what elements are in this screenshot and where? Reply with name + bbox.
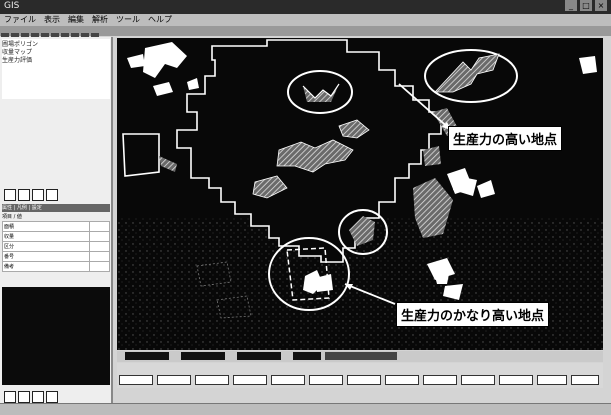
overview-panel: [2, 287, 110, 385]
property-value[interactable]: [88, 221, 111, 232]
action-button[interactable]: [385, 375, 419, 385]
coord-field[interactable]: [125, 352, 169, 360]
property-value[interactable]: [88, 251, 111, 262]
title-bar: GIS _ □ ×: [0, 0, 611, 14]
layer-item[interactable]: 圃場ポリゴン: [2, 39, 110, 48]
action-button[interactable]: [119, 375, 153, 385]
pan-icon[interactable]: [32, 391, 44, 403]
pencil-icon[interactable]: [46, 189, 58, 201]
action-button-row: [117, 363, 603, 388]
menu-analysis[interactable]: 解析: [92, 14, 108, 26]
panel-toolbar: [4, 189, 58, 201]
property-key: 区分: [2, 241, 90, 252]
property-value[interactable]: [88, 261, 111, 272]
scale-indicator: [325, 352, 397, 360]
map-feature: [187, 78, 199, 90]
menu-help[interactable]: ヘルプ: [148, 14, 172, 26]
left-panel: 圃場ポリゴン 収量マップ 生産力評価 属性 | 凡例 | 設定 項目 / 値 面…: [0, 37, 113, 403]
property-value[interactable]: [88, 231, 111, 242]
coordinate-bar: [117, 351, 603, 362]
small-plot-outline[interactable]: [122, 133, 160, 177]
menu-view[interactable]: 表示: [44, 14, 60, 26]
property-key: 収量: [2, 231, 90, 242]
map-feature: [127, 54, 145, 68]
property-header: 項目 / 値: [2, 214, 22, 220]
coord-field[interactable]: [237, 352, 281, 360]
layer-item[interactable]: 収量マップ: [2, 47, 110, 56]
map-feature: [477, 180, 495, 198]
action-button[interactable]: [499, 375, 533, 385]
property-key: 備考: [2, 261, 90, 272]
layer-item[interactable]: 生産力評価: [2, 55, 110, 64]
table-row: 区分: [2, 241, 111, 252]
action-button[interactable]: [423, 375, 457, 385]
property-value[interactable]: [88, 241, 111, 252]
action-button[interactable]: [571, 375, 599, 385]
map-feature: [579, 56, 597, 74]
window-title: GIS: [4, 1, 20, 11]
coord-field[interactable]: [293, 352, 321, 360]
window-controls: _ □ ×: [565, 0, 607, 11]
zoom-in-icon[interactable]: [4, 391, 16, 403]
grid-icon[interactable]: [32, 189, 44, 201]
minimize-button[interactable]: _: [565, 0, 577, 11]
zoom-out-icon[interactable]: [18, 391, 30, 403]
action-button[interactable]: [309, 375, 343, 385]
application-window: GIS _ □ × ファイル 表示 編集 解析 ツール ヘルプ 圃場ポリゴン 収…: [0, 0, 611, 415]
map-feature: [153, 82, 173, 96]
annotation-very-high-productivity: 生産力のかなり高い地点: [396, 302, 550, 327]
table-row: 備考: [2, 261, 111, 272]
bottom-tools: [4, 391, 58, 403]
hatched-area: [434, 53, 500, 93]
status-bar: [0, 403, 611, 415]
hatched-area: [159, 156, 177, 172]
action-button[interactable]: [461, 375, 495, 385]
action-button[interactable]: [271, 375, 305, 385]
property-key: 番号: [2, 251, 90, 262]
menu-edit[interactable]: 編集: [68, 14, 84, 26]
action-button[interactable]: [195, 375, 229, 385]
table-row: 番号: [2, 251, 111, 262]
action-button[interactable]: [233, 375, 267, 385]
table-row: 面積: [2, 221, 111, 232]
menu-tools[interactable]: ツール: [116, 14, 140, 26]
action-button[interactable]: [157, 375, 191, 385]
annotation-high-productivity: 生産力の高い地点: [448, 126, 563, 151]
select-icon[interactable]: [4, 189, 16, 201]
property-tabs[interactable]: 属性 | 凡例 | 設定: [2, 204, 110, 212]
close-button[interactable]: ×: [595, 0, 607, 11]
map-feature: [143, 42, 187, 78]
menu-bar: ファイル 表示 編集 解析 ツール ヘルプ: [0, 14, 611, 26]
action-button[interactable]: [347, 375, 381, 385]
action-button[interactable]: [537, 375, 567, 385]
table-row: 収量: [2, 231, 111, 242]
maximize-button[interactable]: □: [580, 0, 592, 11]
map-view[interactable]: 生産力の高い地点 生産力のかなり高い地点: [117, 38, 603, 350]
refresh-icon[interactable]: [46, 391, 58, 403]
save-icon[interactable]: [18, 189, 30, 201]
property-key: 面積: [2, 221, 90, 232]
menu-file[interactable]: ファイル: [4, 14, 36, 26]
toolbar: [0, 26, 611, 40]
property-table: 面積 収量 区分 番号 備考: [2, 221, 111, 272]
coord-field[interactable]: [181, 352, 225, 360]
layer-list: 圃場ポリゴン 収量マップ 生産力評価: [2, 39, 110, 99]
